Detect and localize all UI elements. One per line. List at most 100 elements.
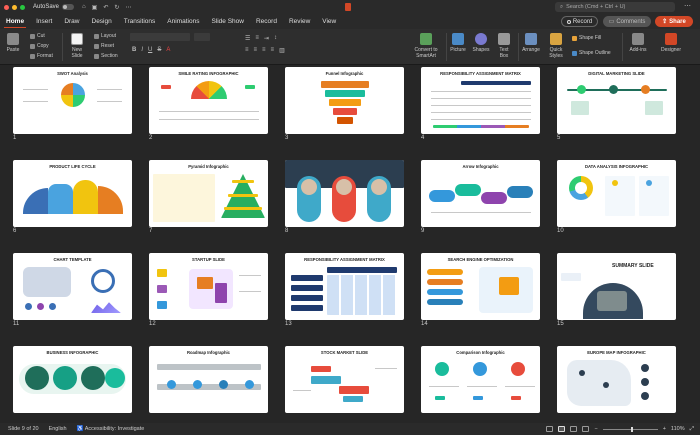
reading-view-icon[interactable]: [570, 426, 578, 432]
cut-button[interactable]: Cut: [30, 33, 45, 39]
tab-review[interactable]: Review: [283, 14, 316, 29]
slide-thumbnail-17[interactable]: Roadmap Infographic: [149, 346, 268, 413]
slide-thumbnail-2[interactable]: SMILE RATING INFOGRAPHIC: [149, 67, 268, 134]
reset-button[interactable]: Reset: [94, 43, 114, 49]
text-box-button[interactable]: Text Box: [495, 33, 513, 59]
format-painter-button[interactable]: Format: [30, 53, 53, 59]
close-window-button[interactable]: [4, 4, 9, 10]
tab-draw[interactable]: Draw: [58, 14, 85, 29]
bullets-icon[interactable]: ☰: [245, 35, 250, 42]
arrange-button[interactable]: Arrange: [520, 33, 542, 53]
stock-bar: [339, 386, 369, 394]
tab-insert[interactable]: Insert: [30, 14, 58, 29]
slide-thumbnail-18[interactable]: STOCK MARKET SLIDE: [285, 346, 404, 413]
tab-slide-show[interactable]: Slide Show: [205, 14, 250, 29]
tab-record[interactable]: Record: [250, 14, 283, 29]
slide-sorter-view-icon[interactable]: [558, 426, 566, 432]
tab-animations[interactable]: Animations: [161, 14, 205, 29]
language-status[interactable]: English: [49, 426, 67, 432]
pyramid-tier: [224, 207, 262, 210]
zoom-slider-thumb[interactable]: [630, 426, 633, 432]
share-button[interactable]: ⇪ Share: [655, 16, 693, 27]
shape-fill-button[interactable]: Shape Fill: [572, 35, 601, 41]
more-icon[interactable]: ⋯: [125, 4, 131, 11]
italic-icon[interactable]: I: [141, 47, 143, 53]
align-center-icon[interactable]: ≡: [254, 47, 258, 54]
tab-view[interactable]: View: [316, 14, 342, 29]
search-box[interactable]: ⌕ Search (Cmd + Ctrl + U): [555, 2, 675, 12]
zoom-out-icon[interactable]: −: [594, 426, 597, 432]
shapes-button[interactable]: Shapes: [471, 33, 491, 53]
bold-icon[interactable]: B: [132, 47, 136, 53]
zoom-slider[interactable]: [602, 426, 658, 432]
justify-icon[interactable]: ≡: [271, 47, 275, 54]
font-name-field[interactable]: [130, 33, 190, 41]
font-size-field[interactable]: [194, 33, 210, 41]
quick-styles-button[interactable]: Quick Styles: [545, 33, 567, 59]
slide-thumbnail-6[interactable]: PRODUCT LIFE CYCLE: [13, 160, 132, 227]
new-slide-label: New Slide: [71, 47, 83, 59]
designer-button[interactable]: Designer: [658, 33, 684, 53]
layout-button[interactable]: Layout: [94, 33, 116, 39]
fit-to-window-icon[interactable]: ⤢: [690, 426, 694, 433]
copy-button[interactable]: Copy: [30, 43, 49, 49]
add-ins-button[interactable]: Add-ins: [627, 33, 649, 53]
slide-thumbnail-10[interactable]: DATA ANALYSIS INFOGRAPHIC: [557, 160, 676, 227]
section-button[interactable]: Section: [94, 53, 118, 59]
convert-smartart-button[interactable]: Convert to SmartArt: [408, 33, 444, 59]
zoom-level[interactable]: 110%: [671, 426, 685, 432]
minimize-window-button[interactable]: [12, 4, 17, 10]
zoom-window-button[interactable]: [20, 4, 25, 10]
strikethrough-icon[interactable]: S: [157, 47, 161, 53]
slide-title: CHART TEMPLATE: [53, 257, 92, 262]
paste-button[interactable]: Paste: [4, 33, 22, 53]
underline-icon[interactable]: U: [148, 47, 152, 53]
indent-icon[interactable]: ⇥: [264, 35, 269, 42]
more-options-icon[interactable]: ⋯: [684, 2, 691, 10]
slide-thumbnail-3[interactable]: Funnel Infographic: [285, 67, 404, 134]
slide-thumbnail-8[interactable]: TEAM SLIDE: [285, 160, 404, 227]
undo-icon[interactable]: ↶: [103, 4, 108, 11]
numbering-icon[interactable]: ≡: [255, 35, 259, 42]
tab-transitions[interactable]: Transitions: [118, 14, 162, 29]
slide-thumbnail-15[interactable]: SUMMARY SLIDE: [557, 253, 676, 320]
align-left-icon[interactable]: ≡: [245, 47, 249, 54]
slide-thumbnail-4[interactable]: RESPONSIBILITY ASSIGNMENT MATRIX: [421, 67, 540, 134]
home-icon[interactable]: ⌂: [82, 4, 86, 11]
slide-thumbnail-16[interactable]: BUSINESS INFOGRAPHIC: [13, 346, 132, 413]
shape-outline-button[interactable]: Shape Outline: [572, 50, 611, 56]
slide-thumbnail-20[interactable]: EUROPE MAP INFOGRAPHIC: [557, 346, 676, 413]
slide-title: BUSINESS INFOGRAPHIC: [46, 350, 99, 355]
comments-button[interactable]: ▭ Comments: [603, 16, 651, 27]
accessibility-status[interactable]: ♿ Accessibility: Investigate: [77, 426, 145, 432]
text-format-buttons: B I U S A: [132, 47, 170, 53]
slideshow-view-icon[interactable]: [582, 426, 590, 432]
columns-icon[interactable]: ▥: [279, 47, 285, 54]
line-spacing-icon[interactable]: ↕: [274, 35, 277, 42]
slide-thumbnail-13[interactable]: RESPONSIBILITY ASSIGNMENT MATRIX: [285, 253, 404, 320]
align-right-icon[interactable]: ≡: [262, 47, 266, 54]
new-slide-button[interactable]: New Slide: [66, 33, 88, 59]
autosave-toggle[interactable]: [62, 4, 75, 10]
slide-thumbnail-7[interactable]: Pyramid Infographic: [149, 160, 268, 227]
role-label: [291, 285, 323, 291]
record-button[interactable]: Record: [561, 16, 598, 27]
slide-thumbnail-11[interactable]: CHART TEMPLATE: [13, 253, 132, 320]
designer-icon: [665, 33, 677, 45]
slide-thumbnail-19[interactable]: Comparison Infographic: [421, 346, 540, 413]
tab-design[interactable]: Design: [86, 14, 118, 29]
slide-thumbnail-14[interactable]: SEARCH ENGINE OPTIMIZATION: [421, 253, 540, 320]
picture-button[interactable]: Picture: [448, 33, 468, 53]
slide-thumbnail-5[interactable]: DIGITAL MARKETING SLIDE: [557, 67, 676, 134]
donut-hole: [575, 182, 587, 194]
slide-thumbnail-9[interactable]: Arrow Infographic: [421, 160, 540, 227]
zoom-in-icon[interactable]: +: [663, 426, 666, 432]
percent-label: [473, 396, 483, 400]
tab-home[interactable]: Home: [0, 14, 30, 29]
slide-thumbnail-1[interactable]: SWOT Analysis: [13, 67, 132, 134]
slide-thumbnail-12[interactable]: STARTUP SLIDE: [149, 253, 268, 320]
font-color-icon[interactable]: A: [166, 47, 170, 53]
redo-icon[interactable]: ↻: [114, 4, 119, 11]
save-icon[interactable]: ▣: [92, 4, 98, 11]
normal-view-icon[interactable]: [546, 426, 554, 432]
